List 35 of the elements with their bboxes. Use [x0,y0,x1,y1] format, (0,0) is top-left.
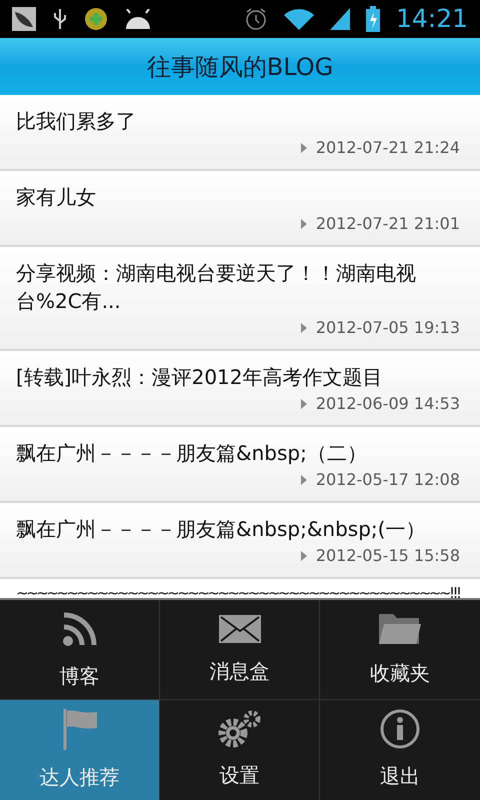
gears-icon [218,710,262,748]
menu-item[interactable]: 消息盒 [160,600,320,700]
android-icon [124,9,152,29]
post-title: 飘在广州－－－－朋友篇&nbsp;&nbsp;(一） [16,516,426,543]
post-date: 2012-06-09 14:53 [316,393,460,415]
envelope-icon [218,614,262,644]
flag-icon [62,708,98,750]
wifi-icon [284,8,314,30]
menu-item[interactable]: 博客 [0,600,160,700]
folder-icon [378,612,422,646]
alarm-clock-icon [244,7,268,31]
post-title: 家有儿女 [16,184,97,211]
post-date: 2012-07-05 19:13 [316,317,460,339]
app-title: 往事随风的BLOG [146,52,334,82]
chevron-icon [300,322,308,334]
clock-time: 14:21 [396,3,468,36]
post-title: 分享视频：湖南电视台要逆天了！！湖南电视台%2C有... [16,260,417,315]
info-icon [380,709,420,749]
chevron-icon [300,142,308,154]
menu-item[interactable]: 达人推荐 [0,700,160,800]
usb-icon [52,7,68,31]
post-title: ~~~~~~~~~~~~~~~~~~~~~~~~~~~~~~~~~~~~~~~~~~~!!! [16,583,460,603]
post-date: 2012-05-15 15:58 [316,545,460,567]
chevron-icon [300,218,308,230]
post-title: 飘在广州－－－－朋友篇&nbsp;（二） [16,440,368,467]
post-date: 2012-07-21 21:01 [316,213,460,235]
post-date: 2012-05-17 12:08 [316,469,460,491]
chevron-icon [300,398,308,410]
post-title: [转载]叶永烈：漫评2012年高考作文题目 [16,364,384,391]
chevron-icon [300,550,308,562]
post-title: 比我们累多了 [16,108,137,135]
post-date: 2012-07-21 21:24 [316,137,460,159]
battery-icon [366,6,380,32]
signal-icon [330,8,350,30]
chevron-icon [300,474,308,486]
